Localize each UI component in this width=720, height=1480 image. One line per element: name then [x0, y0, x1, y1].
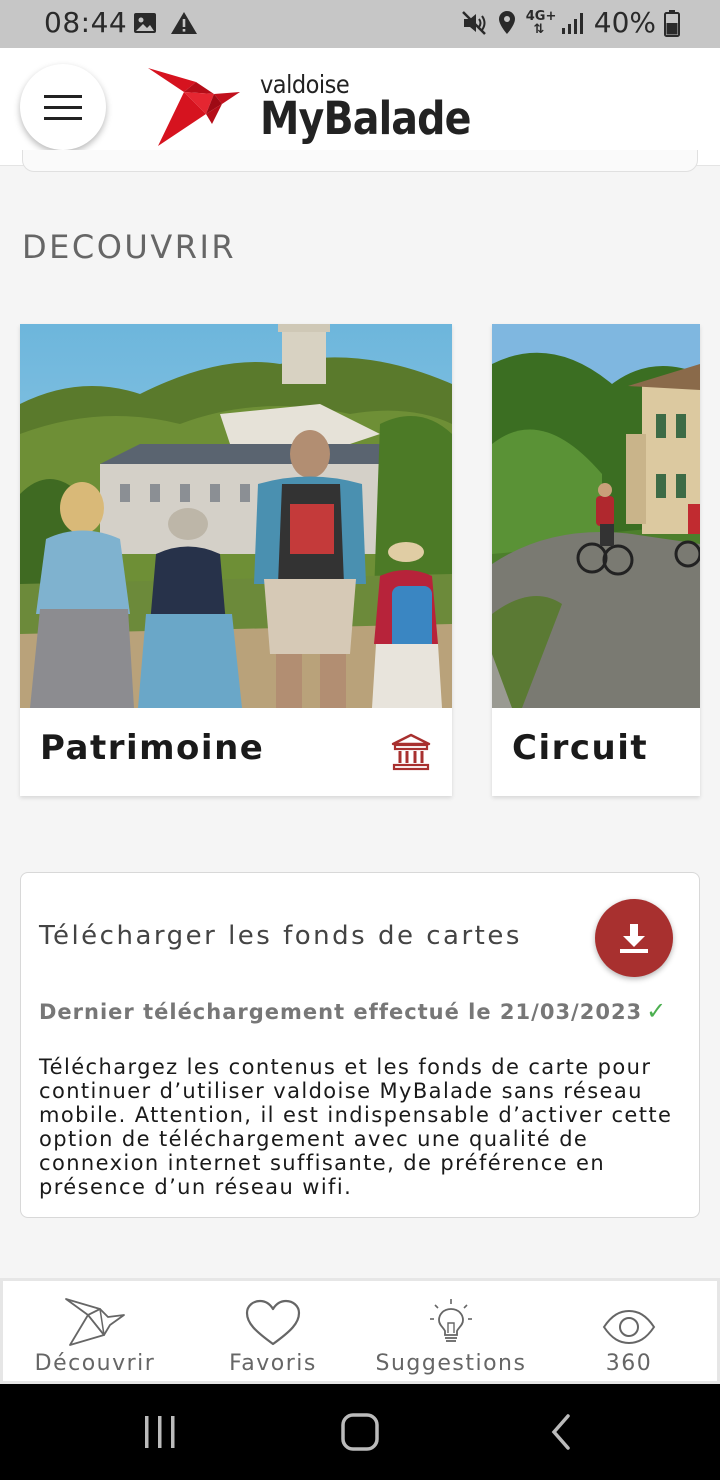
- battery-icon: [664, 9, 680, 37]
- check-icon: ✓: [646, 997, 668, 1025]
- card-image-circuit: [492, 324, 700, 708]
- category-card-patrimoine[interactable]: Patrimoine: [20, 324, 452, 796]
- nav-item-decouvrir[interactable]: Découvrir: [33, 1281, 157, 1381]
- battery-percent: 40%: [593, 6, 656, 39]
- system-navigation-bar: [0, 1384, 720, 1480]
- bottom-navigation: Découvrir Favoris Suggestions 360: [0, 1278, 720, 1384]
- card-image-patrimoine: [20, 324, 452, 708]
- section-title: DECOUVRIR: [22, 228, 237, 266]
- last-download-info: Dernier téléchargement effectué le 21/03…: [39, 997, 667, 1025]
- nav-label-360: 360: [605, 1351, 653, 1376]
- image-icon: [134, 13, 156, 33]
- nav-item-suggestions[interactable]: Suggestions: [373, 1281, 529, 1381]
- nav-item-360[interactable]: 360: [599, 1281, 659, 1381]
- location-icon: [498, 10, 515, 34]
- heart-icon: [245, 1299, 301, 1346]
- nav-label-favoris: Favoris: [229, 1351, 317, 1376]
- card-label-circuit: Circuit: [512, 728, 649, 768]
- search-bar-edge: [22, 150, 698, 172]
- warning-icon: [171, 12, 197, 34]
- back-icon[interactable]: [546, 1412, 576, 1452]
- home-icon[interactable]: [340, 1412, 380, 1452]
- signal-icon: [561, 12, 583, 34]
- mute-icon: [461, 10, 486, 35]
- logo-bird-icon: [148, 68, 240, 146]
- logo-big-text: MyBalade: [260, 92, 471, 145]
- lightbulb-icon: [430, 1299, 472, 1342]
- network-type: 4G+ ⇅: [525, 8, 557, 37]
- app-header: valdoise MyBalade: [0, 48, 720, 166]
- download-maps-panel: Télécharger les fonds de cartes Dernier …: [20, 872, 700, 1218]
- download-button[interactable]: [595, 899, 673, 977]
- download-title: Télécharger les fonds de cartes: [39, 921, 522, 951]
- nav-item-favoris[interactable]: Favoris: [223, 1281, 323, 1381]
- nav-label-suggestions: Suggestions: [375, 1351, 527, 1376]
- last-download-text: Dernier téléchargement effectué le 21/03…: [39, 1000, 643, 1024]
- nav-label-decouvrir: Découvrir: [34, 1351, 156, 1376]
- eye-icon: [602, 1309, 656, 1345]
- monument-icon: [391, 733, 431, 771]
- recent-apps-icon[interactable]: [140, 1412, 180, 1452]
- status-bar: 08:44 4G+ ⇅ 40%: [0, 0, 720, 48]
- hamburger-menu-icon: [44, 91, 82, 124]
- origami-bird-icon: [65, 1298, 125, 1346]
- download-description: Téléchargez les contenus et les fonds de…: [39, 1055, 673, 1199]
- menu-button[interactable]: [20, 64, 106, 150]
- category-card-circuit[interactable]: Circuit: [492, 324, 700, 796]
- status-time: 08:44: [44, 6, 128, 39]
- download-icon: [620, 924, 648, 953]
- card-label-patrimoine: Patrimoine: [40, 728, 265, 768]
